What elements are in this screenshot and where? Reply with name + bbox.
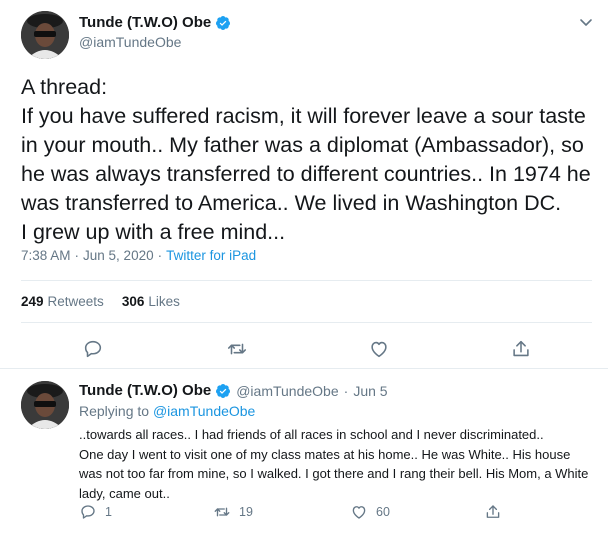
like-count: 60 (376, 505, 390, 519)
replying-label: Replying to (79, 403, 150, 419)
meta-separator: · (74, 248, 80, 263)
reply-tweet-text: ..towards all races.. I had friends of a… (79, 427, 589, 501)
tweet-actions (0, 338, 608, 362)
verified-badge-icon (215, 383, 231, 399)
retweet-count: 19 (239, 505, 253, 519)
author-handle[interactable]: @iamTundeObe (236, 383, 338, 399)
tweet-text: A thread: If you have suffered racism, i… (21, 75, 591, 244)
tweet-source-link[interactable]: Twitter for iPad (166, 248, 256, 263)
engagement-stats: 249 Retweets 306 Likes (21, 294, 198, 309)
tweet-time[interactable]: 7:38 AM (21, 248, 71, 263)
share-icon[interactable] (510, 338, 532, 360)
avatar[interactable] (21, 11, 69, 59)
author-name[interactable]: Tunde (T.W.O) Obe (79, 382, 211, 399)
reply-button[interactable]: 1 (79, 503, 112, 521)
likes-label: Likes (148, 294, 180, 309)
meta-separator: · (157, 248, 163, 263)
reply-count: 1 (105, 505, 112, 519)
meta-separator: · (343, 382, 349, 399)
likes-stat[interactable]: 306 Likes (122, 294, 180, 309)
reply-tweet-actions: 1 19 60 (0, 503, 608, 525)
reply-icon (81, 505, 95, 519)
tweet-date[interactable]: Jun 5, 2020 (83, 248, 154, 263)
replying-to-link[interactable]: @iamTundeObe (153, 403, 255, 419)
retweet-button[interactable]: 19 (213, 503, 253, 521)
author-handle[interactable]: @iamTundeObe (79, 34, 181, 50)
author-row: Tunde (T.W.O) Obe (79, 14, 231, 31)
like-button[interactable]: 60 (350, 503, 390, 521)
tweet-meta: 7:38 AM · Jun 5, 2020 · Twitter for iPad (21, 248, 256, 263)
retweets-label: Retweets (47, 294, 104, 309)
reply-author-row: Tunde (T.W.O) Obe @iamTundeObe · Jun 5 (79, 382, 388, 399)
reply-icon[interactable] (82, 338, 104, 360)
retweet-icon[interactable] (226, 338, 248, 360)
divider (21, 280, 592, 281)
chevron-down-icon[interactable] (578, 14, 594, 30)
replying-to: Replying to @iamTundeObe (79, 403, 255, 419)
main-tweet: Tunde (T.W.O) Obe @iamTundeObe A thread:… (0, 0, 608, 369)
retweet-icon (214, 507, 230, 517)
tweet-date[interactable]: Jun 5 (353, 383, 387, 399)
share-button[interactable] (484, 503, 510, 521)
retweets-count: 249 (21, 294, 44, 309)
divider (21, 322, 592, 323)
author-name[interactable]: Tunde (T.W.O) Obe (79, 14, 211, 31)
like-icon (352, 506, 366, 519)
avatar[interactable] (21, 381, 69, 429)
like-icon[interactable] (368, 338, 390, 360)
share-icon (486, 505, 500, 518)
verified-badge-icon (215, 15, 231, 31)
retweets-stat[interactable]: 249 Retweets (21, 294, 104, 309)
likes-count: 306 (121, 294, 145, 309)
